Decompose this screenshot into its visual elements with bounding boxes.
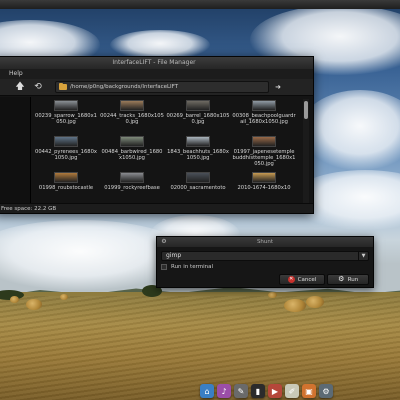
video-icon[interactable]: ▶ (268, 384, 282, 398)
reload-icon[interactable]: ⟲ (29, 80, 47, 94)
dialog-titlebar: ⚙ Shunt (157, 237, 373, 247)
hay-bale (268, 292, 277, 298)
terminal-icon[interactable]: ▮ (251, 384, 265, 398)
run-in-terminal-checkbox[interactable] (161, 264, 167, 270)
cancel-button[interactable]: ✕ Cancel (279, 274, 325, 285)
file-name: 00484_barbwired_1680x1050.jpg (101, 149, 163, 162)
status-bar: Free space: 22.2 GB (0, 203, 313, 213)
cancel-icon: ✕ (287, 276, 295, 283)
text-editor-icon[interactable]: ✐ (285, 384, 299, 398)
home-folder-icon[interactable]: ⌂ (200, 384, 214, 398)
image-thumbnail (54, 136, 78, 147)
image-thumbnail (252, 136, 276, 147)
file-name: 00269_barrel_1680x1050.jpg (166, 113, 230, 126)
file-name: 01998_roubstocastle (38, 185, 94, 191)
file-item[interactable]: 00308_beachpoolguardrail_1680x1050.jpg (231, 99, 297, 135)
file-name: 00239_sparrow_1680x1050.jpg (35, 113, 97, 126)
image-thumbnail (252, 172, 276, 183)
image-thumbnail (120, 136, 144, 147)
file-name: 01999_rockyreefbase (104, 185, 160, 191)
image-thumbnail (252, 100, 276, 111)
top-panel (0, 0, 400, 9)
dialog-title: Shunt (256, 239, 274, 245)
run-icon: ⚙ (161, 238, 167, 245)
hay-bale (60, 294, 68, 300)
media-player-icon[interactable]: ♪ (217, 384, 231, 398)
image-thumbnail (120, 172, 144, 183)
hay-bale (26, 299, 42, 310)
settings-icon[interactable]: ⚙ (319, 384, 333, 398)
file-name: 1843_beachhuts_1680x1050.jpg (167, 149, 229, 162)
file-name: 02000_sacramentoto (170, 185, 226, 191)
file-item[interactable]: 01999_rockyreefbase (99, 171, 165, 205)
file-name: 00244_tracks_1680x1050.jpg (100, 113, 164, 126)
run-dialog: ⚙ Shunt gimp ▼ Run in terminal ✕ Cancel … (156, 236, 374, 288)
gear-icon: ⚙ (338, 275, 345, 283)
menubar: Help (0, 69, 313, 79)
file-name: 01997_japenesetemplebuddhisttemple_1680x… (232, 149, 296, 168)
hay-bale (284, 299, 306, 312)
file-name: 00442_pyrenees_1680x1050.jpg (35, 149, 97, 162)
image-thumbnail (54, 172, 78, 183)
image-thumbnail (186, 136, 210, 147)
cancel-label: Cancel (297, 276, 317, 283)
scrollbar[interactable] (303, 99, 309, 203)
file-grid: 00239_sparrow_1680x1050.jpg 00244_tracks_… (33, 97, 301, 205)
file-item[interactable]: 00442_pyrenees_1680x1050.jpg (33, 135, 99, 171)
window-title: InterfaceLIFT - File Manager (0, 57, 313, 69)
command-text: gimp (166, 252, 182, 259)
chevron-down-icon[interactable]: ▼ (358, 252, 368, 260)
file-name: 2010-1674-1680x10 (237, 185, 291, 191)
file-item[interactable]: 00269_barrel_1680x1050.jpg (165, 99, 231, 135)
toolbar: 🡅 ⟲ /home/p0ng/backgrounds/InterfaceLIFT… (0, 79, 313, 96)
run-in-terminal-label: Run in terminal (171, 264, 214, 270)
file-item[interactable]: 1843_beachhuts_1680x1050.jpg (165, 135, 231, 171)
gimp-icon[interactable]: ✎ (234, 384, 248, 398)
file-item[interactable]: 01997_japenesetemplebuddhisttemple_1680x… (231, 135, 297, 171)
image-thumbnail (54, 100, 78, 111)
run-label: Run (347, 276, 359, 283)
arrow-up-icon[interactable]: 🡅 (11, 80, 29, 94)
image-thumbnail (186, 172, 210, 183)
scrollbar-thumb[interactable] (304, 101, 308, 119)
file-manager-body: 00239_sparrow_1680x1050.jpg 00244_tracks_… (0, 97, 313, 205)
file-manager-window: InterfaceLIFT - File Manager Help 🡅 ⟲ /h… (0, 56, 314, 214)
hay-bale (10, 296, 19, 303)
file-item[interactable]: 00244_tracks_1680x1050.jpg (99, 99, 165, 135)
hay-bale (306, 296, 324, 308)
run-in-terminal-row[interactable]: Run in terminal (161, 264, 213, 270)
image-viewer-icon[interactable]: ▣ (302, 384, 316, 398)
file-item[interactable]: 00484_barbwired_1680x1050.jpg (99, 135, 165, 171)
file-name: 00308_beachpoolguardrail_1680x1050.jpg (232, 113, 296, 126)
sidebar (0, 97, 31, 205)
image-thumbnail (186, 100, 210, 111)
run-button[interactable]: ⚙ Run (327, 274, 369, 285)
folder-icon (59, 82, 67, 90)
dock: ⌂ ♪ ✎ ▮ ▶ ✐ ▣ ⚙ (200, 381, 356, 398)
file-item[interactable]: 01998_roubstocastle (33, 171, 99, 205)
image-thumbnail (120, 100, 144, 111)
location-bar[interactable]: /home/p0ng/backgrounds/InterfaceLIFT (55, 81, 269, 93)
file-item[interactable]: 2010-1674-1680x10 (231, 171, 297, 205)
location-path: /home/p0ng/backgrounds/InterfaceLIFT (70, 84, 179, 90)
file-item[interactable]: 02000_sacramentoto (165, 171, 231, 205)
command-input[interactable]: gimp ▼ (161, 251, 369, 261)
menu-help[interactable]: Help (9, 70, 23, 77)
go-arrow-icon[interactable]: ➜ (273, 81, 283, 93)
file-item[interactable]: 00239_sparrow_1680x1050.jpg (33, 99, 99, 135)
